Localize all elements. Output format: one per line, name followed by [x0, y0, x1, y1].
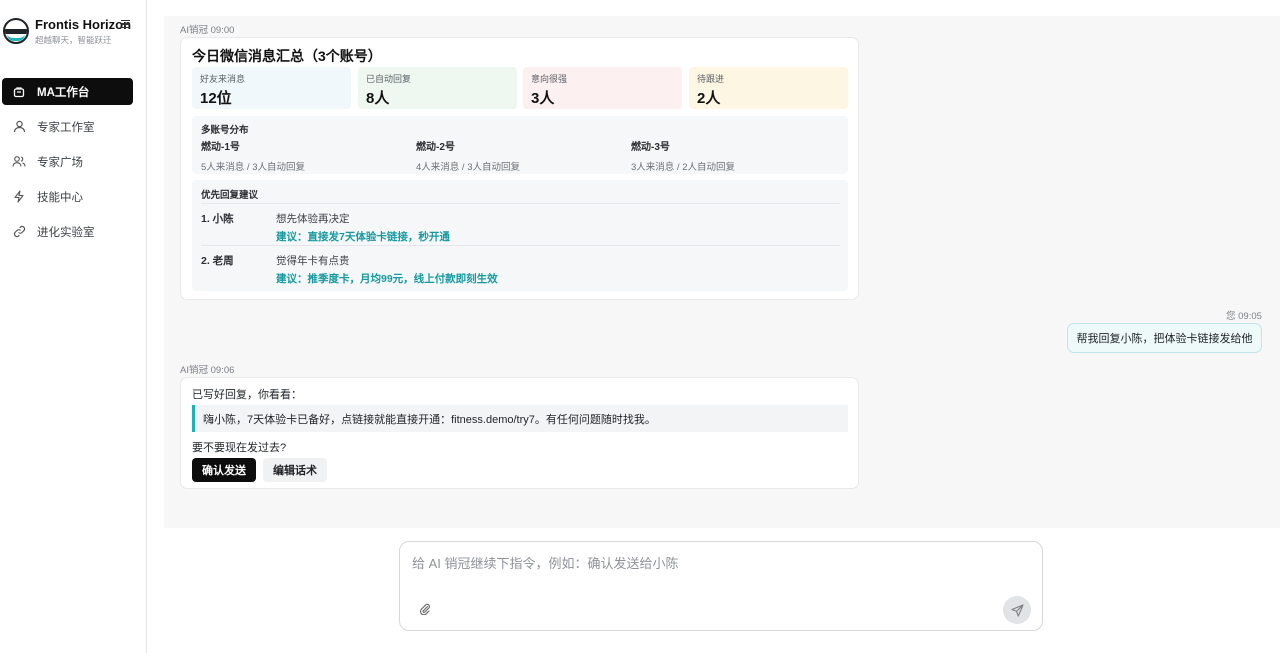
suggestion-contact: 1. 小陈	[201, 213, 234, 225]
send-button[interactable]	[1003, 596, 1031, 624]
logo-icon	[3, 18, 29, 44]
suggestion-advice: 建议：推季度卡，月均99元，线上付款即刻生效	[276, 273, 498, 285]
account-detail: 4人来消息 / 3人自动回复	[416, 162, 520, 173]
stat-value: 8人	[366, 90, 390, 107]
sidebar-item-label: MA工作台	[37, 86, 90, 99]
panel-title: 多账号分布	[201, 125, 249, 136]
sidebar-item-label: 专家工作室	[37, 121, 95, 134]
draft-reply-quote: 嗨小陈，7天体验卡已备好，点链接就能直接开通：fitness.demo/try7…	[192, 405, 848, 432]
sidebar-item-label: 技能中心	[37, 191, 83, 204]
app-tagline: 超越聊天，智能跃迁	[35, 35, 112, 45]
user-icon	[12, 120, 26, 134]
paperclip-icon[interactable]	[418, 602, 432, 616]
suggestion-advice: 建议：直接发7天体验卡链接，秒开通	[276, 231, 450, 243]
user-message-bubble: 帮我回复小陈，把体验卡链接发给他	[1067, 323, 1262, 353]
sidebar: Frontis Horizon 超越聊天，智能跃迁 MA工作台 专家工作室 专家…	[0, 0, 147, 653]
account-detail: 3人来消息 / 2人自动回复	[631, 162, 735, 173]
stat-value: 2人	[697, 90, 721, 107]
lightning-icon	[12, 190, 26, 204]
confirm-send-button[interactable]: 确认发送	[192, 458, 256, 482]
sidebar-item-expert-studio[interactable]: 专家工作室	[2, 113, 133, 140]
reply-suggestions-panel: 优先回复建议 1. 小陈 想先体验再决定 建议：直接发7天体验卡链接，秒开通 2…	[192, 180, 848, 291]
account-name: 燃动-1号	[201, 142, 240, 153]
account-name: 燃动-2号	[416, 142, 455, 153]
panel-title: 优先回复建议	[201, 190, 259, 201]
hamburger-menu-icon[interactable]	[121, 20, 130, 28]
sidebar-nav: MA工作台 专家工作室 专家广场 技能中心 进化实验室	[0, 78, 147, 253]
edit-script-button[interactable]: 编辑话术	[263, 458, 327, 482]
suggestion-item: 2. 老周 觉得年卡有点贵 建议：推季度卡，月均99元，线上付款即刻生效	[201, 245, 840, 287]
message-meta: AI销冠 09:06	[180, 365, 235, 376]
suggestion-situation: 想先体验再决定	[276, 213, 350, 225]
summary-title: 今日微信消息汇总（3个账号）	[192, 48, 382, 64]
users-icon	[12, 155, 26, 169]
reply-card: 已写好回复，你看看： 嗨小陈，7天体验卡已备好，点链接就能直接开通：fitnes…	[180, 377, 859, 489]
stat-label: 意向很强	[531, 74, 568, 84]
suggestion-item: 1. 小陈 想先体验再决定 建议：直接发7天体验卡链接，秒开通	[201, 203, 840, 245]
summary-card: 今日微信消息汇总（3个账号） 好友来消息 12位 已自动回复 8人 意向很强 3…	[180, 37, 859, 300]
stat-card: 好友来消息 12位	[192, 67, 351, 109]
stat-label: 好友来消息	[200, 74, 246, 84]
suggestion-contact: 2. 老周	[201, 255, 234, 267]
sidebar-item-label: 进化实验室	[37, 226, 95, 239]
stat-label: 已自动回复	[366, 74, 412, 84]
stat-card: 待跟进 2人	[689, 67, 848, 109]
message-meta: 您 09:05	[1226, 311, 1262, 322]
sidebar-item-label: 专家广场	[37, 156, 83, 169]
sidebar-item-skill-center[interactable]: 技能中心	[2, 183, 133, 210]
suggestion-situation: 觉得年卡有点贵	[276, 255, 350, 267]
brand: Frontis Horizon 超越聊天，智能跃迁	[0, 14, 147, 48]
send-icon	[1010, 603, 1024, 617]
sidebar-item-ma-workbench[interactable]: MA工作台	[2, 78, 133, 105]
account-detail: 5人来消息 / 3人自动回复	[201, 162, 305, 173]
account-item: 燃动-1号 5人来消息 / 3人自动回复	[201, 138, 411, 173]
account-item: 燃动-3号 3人来消息 / 2人自动回复	[631, 138, 841, 173]
stat-value: 12位	[200, 90, 232, 107]
stat-card: 意向很强 3人	[523, 67, 682, 109]
account-name: 燃动-3号	[631, 142, 670, 153]
app-name: Frontis Horizon	[35, 17, 132, 32]
message-meta: AI销冠 09:00	[180, 25, 235, 36]
link-icon	[12, 225, 26, 239]
message-composer	[399, 541, 1043, 631]
sidebar-item-evolution-lab[interactable]: 进化实验室	[2, 218, 133, 245]
stat-card: 已自动回复 8人	[358, 67, 517, 109]
message-input[interactable]	[412, 556, 1012, 571]
reply-intro: 已写好回复，你看看：	[192, 389, 302, 401]
reply-question: 要不要现在发过去?	[192, 442, 287, 454]
account-item: 燃动-2号 4人来消息 / 3人自动回复	[416, 138, 626, 173]
stat-value: 3人	[531, 90, 555, 107]
stat-label: 待跟进	[697, 74, 725, 84]
account-distribution-panel: 多账号分布 燃动-1号 5人来消息 / 3人自动回复 燃动-2号 4人来消息 /…	[192, 116, 848, 174]
sidebar-item-expert-plaza[interactable]: 专家广场	[2, 148, 133, 175]
briefcase-icon	[12, 85, 26, 99]
